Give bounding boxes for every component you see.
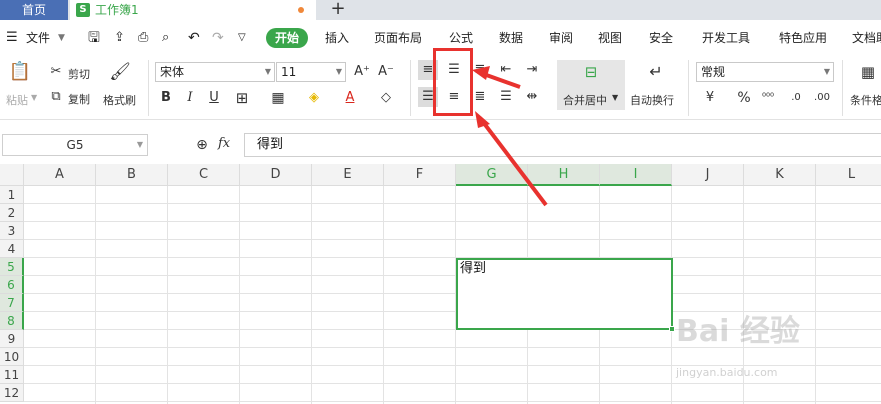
watermark-url: jingyan.baidu.com	[676, 366, 778, 379]
annotation-arrow-bottom	[478, 116, 548, 207]
arrowhead-icon	[472, 66, 490, 80]
spreadsheet-window: 首页 S 工作簿1 + ☰ 文件 ▼ 🖫 ⇪ ⎙ ⌕ ↶ ↷ ▽ 插入 页面布局…	[0, 0, 881, 404]
watermark-logo: Bai 经验	[676, 314, 800, 349]
